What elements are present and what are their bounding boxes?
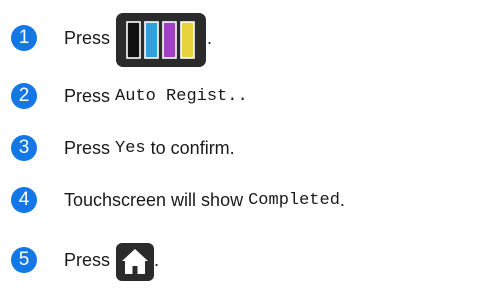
step-number-badge: 3	[11, 135, 37, 161]
home-icon	[116, 243, 155, 281]
step-number-badge: 5	[11, 247, 37, 273]
step-text-period: .	[207, 27, 213, 48]
step-text-press: Press	[64, 85, 111, 106]
ui-label-completed: Completed	[248, 190, 340, 210]
step-text: Press Yes to confirm.	[64, 128, 235, 168]
step-text-touchscreen: Touchscreen will show	[64, 189, 244, 210]
step-text-press: Press	[64, 137, 111, 158]
step-text-period: .	[339, 189, 345, 210]
step-text-period: .	[237, 86, 248, 106]
step-text: Press .	[64, 13, 213, 67]
ink-cartridge-icon	[115, 12, 207, 68]
step-number-badge: 2	[11, 83, 37, 109]
ui-label-yes: Yes	[115, 138, 146, 158]
step-text: Press .	[64, 240, 160, 281]
step-text-confirm: to confirm.	[150, 137, 235, 158]
step-text: Press Auto Regist. .	[64, 76, 248, 116]
step-number-badge: 4	[11, 187, 37, 213]
step-text: Touchscreen will show Completed .	[64, 180, 345, 220]
step-text-press: Press	[64, 249, 111, 270]
step-text-period: .	[154, 249, 160, 270]
step-number-badge: 1	[11, 25, 37, 51]
ui-label-auto-regist: Auto Regist.	[115, 86, 238, 106]
step-text-press: Press	[64, 27, 111, 48]
